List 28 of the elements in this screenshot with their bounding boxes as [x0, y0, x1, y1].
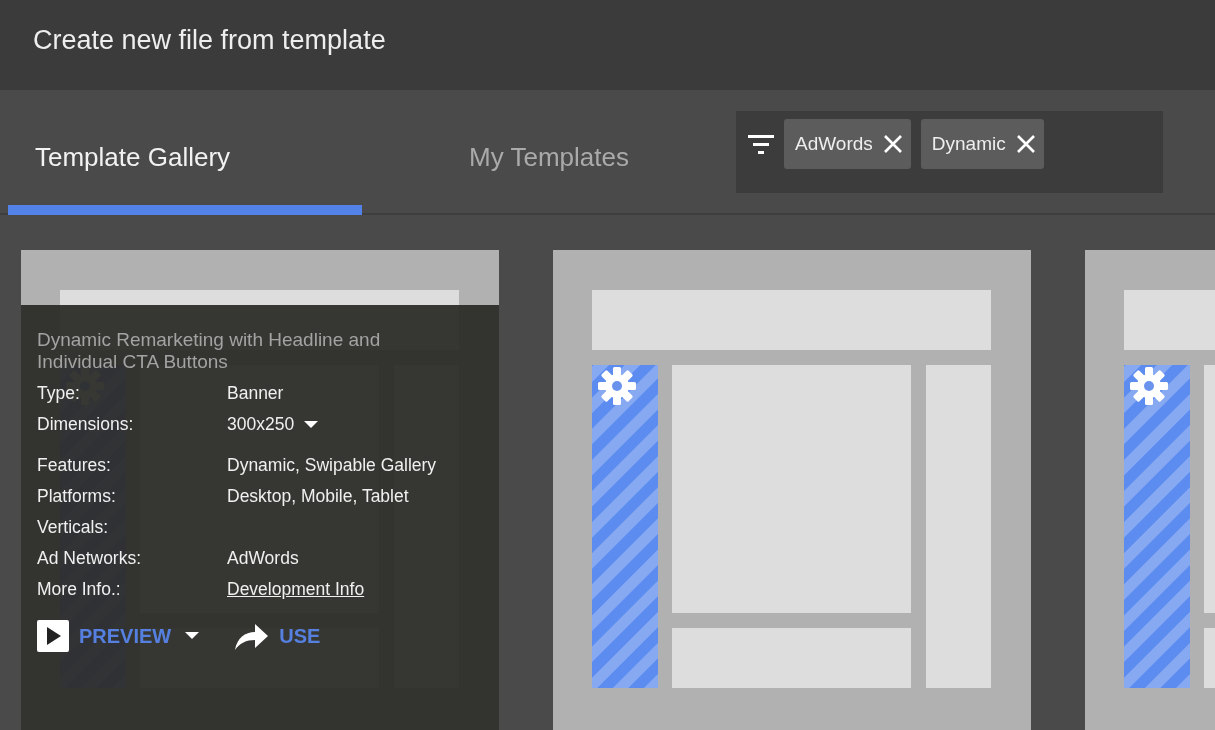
field-label: Dimensions: — [37, 414, 135, 435]
share-arrow-icon — [233, 621, 270, 651]
caret-icon[interactable] — [185, 632, 200, 640]
chip-label: AdWords — [795, 133, 873, 155]
close-icon[interactable] — [1015, 134, 1036, 154]
tab[interactable]: Template Gallery — [8, 89, 362, 215]
field-label: Verticals: — [37, 517, 109, 538]
field-value: Dynamic, Swipable Gallery — [227, 455, 438, 476]
template-title: Dynamic Remarketing with Headline and Individual CTA Buttons — [37, 329, 382, 373]
filter-icon[interactable] — [748, 134, 774, 154]
field-value: Desktop, Mobile, Tablet — [227, 486, 410, 507]
tab[interactable]: My Templates — [362, 89, 736, 215]
field-value: AdWords — [227, 548, 300, 569]
use-button[interactable]: USE — [233, 621, 321, 651]
field-label: More Info.: — [37, 579, 122, 600]
field-label: Type: — [37, 383, 81, 404]
field-label: Ad Networks: — [37, 548, 143, 569]
field-value: 300x250 — [227, 414, 295, 435]
field-label: Features: — [37, 455, 112, 476]
close-icon[interactable] — [882, 134, 903, 154]
play-icon — [37, 620, 69, 652]
caret-icon[interactable] — [304, 420, 319, 429]
chip-label: Dynamic — [931, 133, 1006, 155]
development-info-link[interactable]: Development Info — [227, 579, 467, 600]
field-label: Platforms: — [37, 486, 117, 507]
window-title: Create new file from template — [33, 24, 386, 56]
preview-button[interactable]: PREVIEW — [37, 620, 200, 652]
field-value: Banner — [227, 383, 285, 404]
